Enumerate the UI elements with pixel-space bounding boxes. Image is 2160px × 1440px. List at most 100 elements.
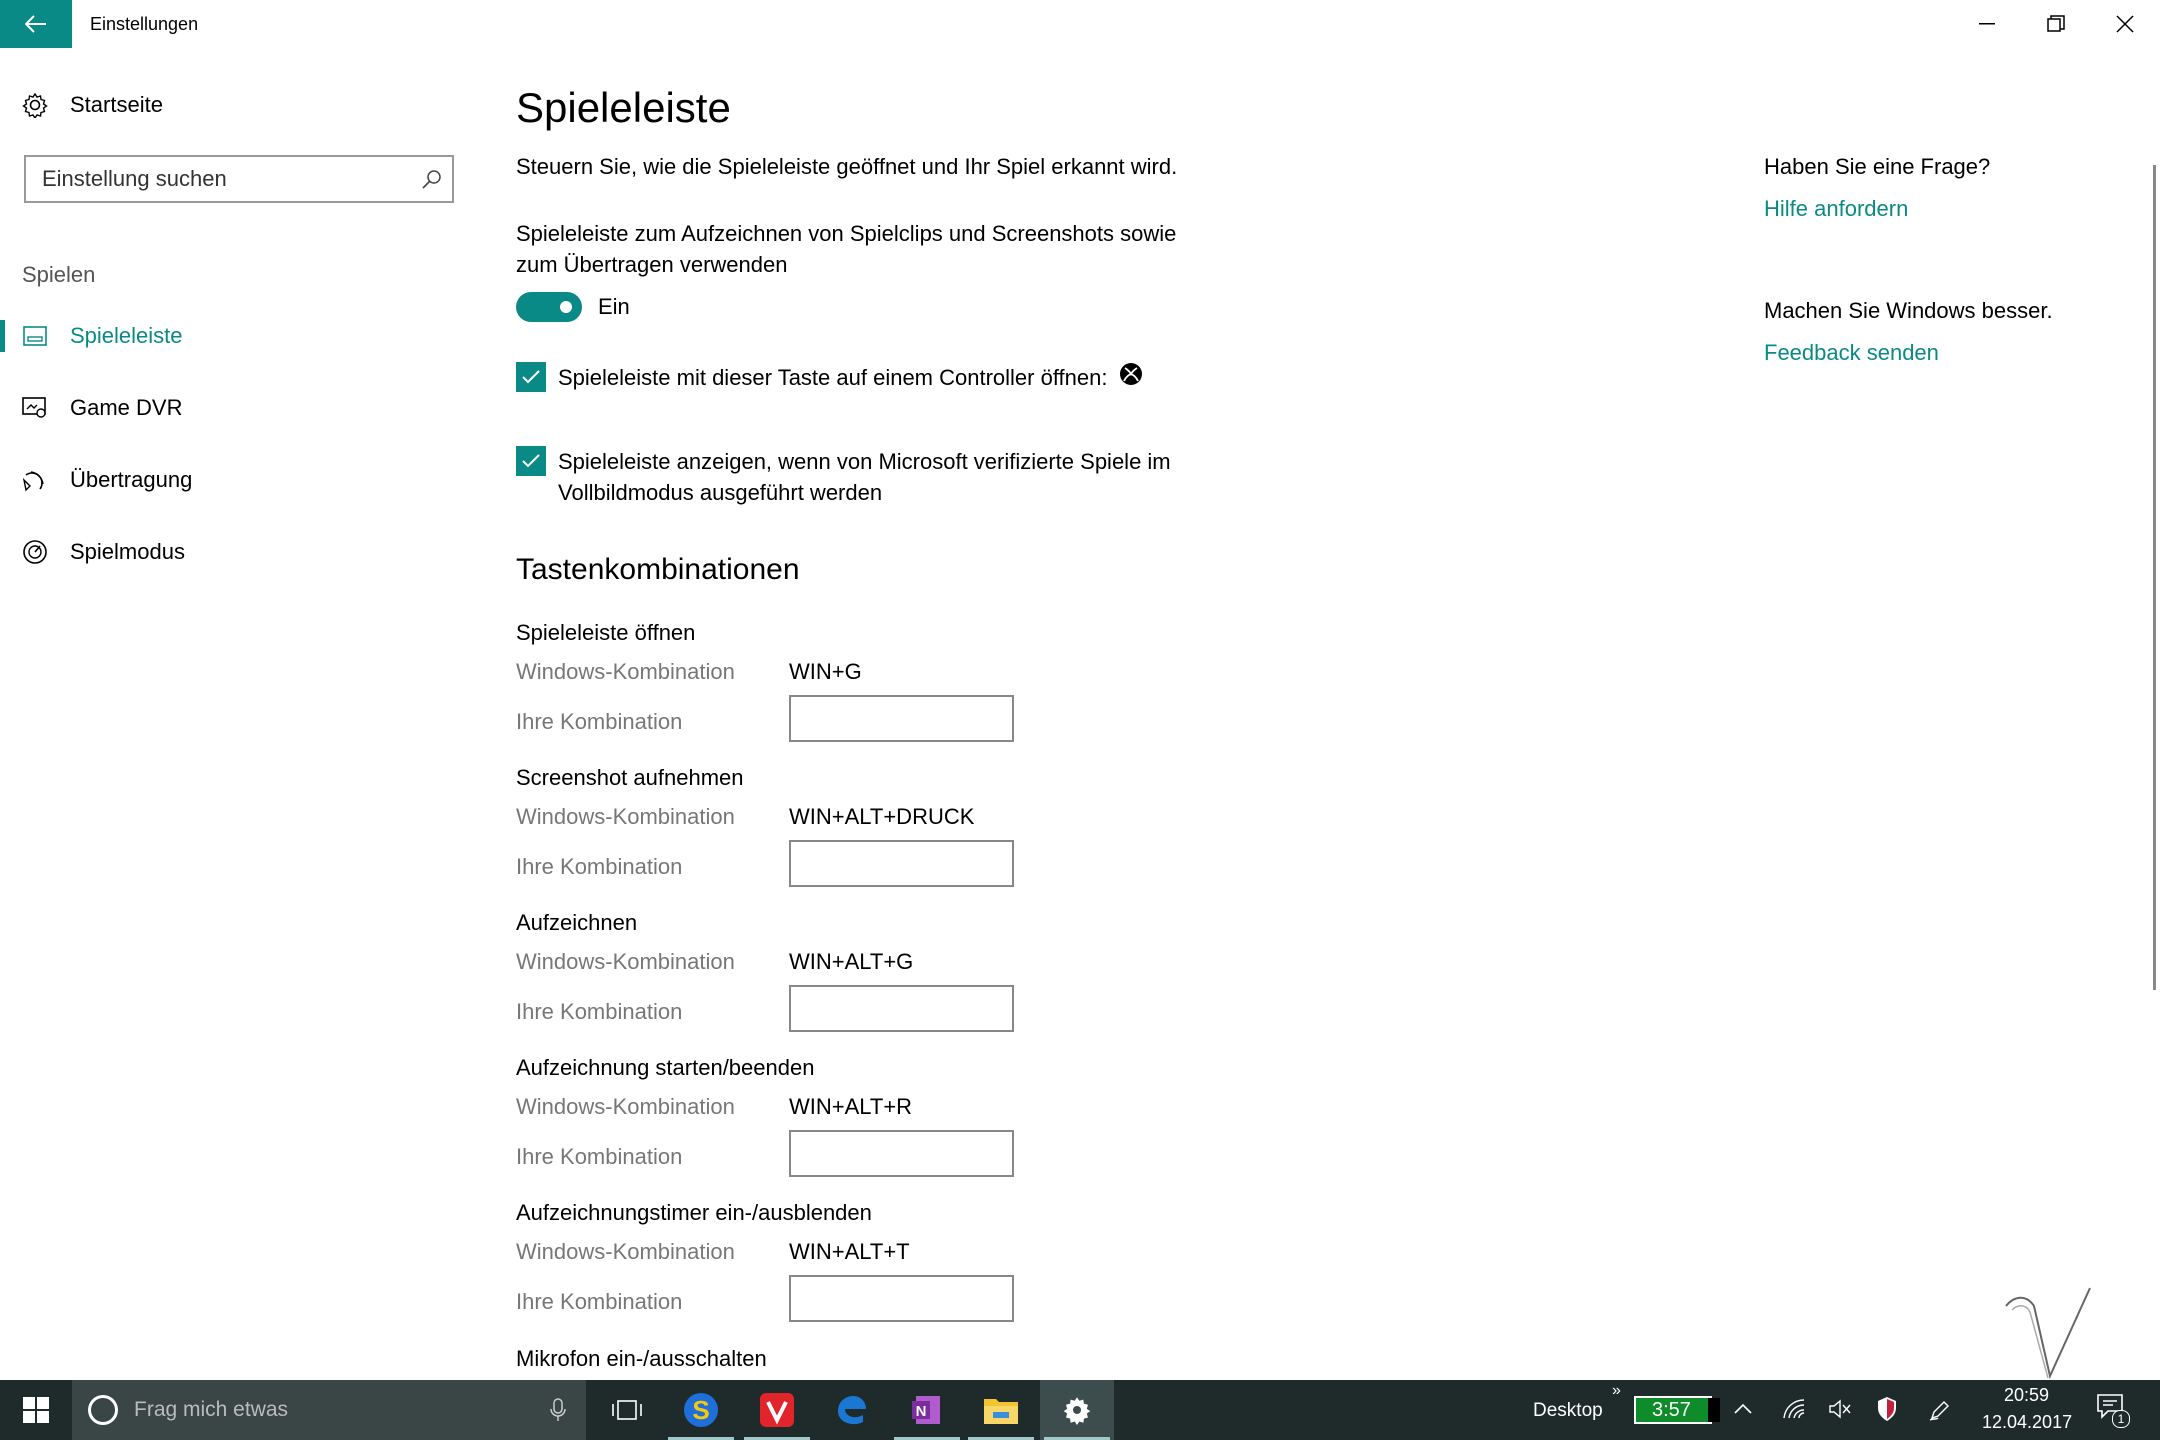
gear-icon bbox=[22, 92, 48, 118]
back-button[interactable] bbox=[0, 0, 72, 48]
window-title: Einstellungen bbox=[90, 14, 199, 34]
game-mode-icon bbox=[23, 540, 47, 564]
controller-checkbox[interactable] bbox=[516, 362, 546, 392]
watermark-logo bbox=[2005, 1287, 2091, 1380]
broadcast-icon bbox=[22, 471, 44, 492]
fullscreen-checkbox[interactable] bbox=[516, 446, 546, 476]
fullscreen-checkbox-row[interactable]: Spieleleiste anzeigen, wenn von Microsof… bbox=[516, 446, 1216, 508]
clock-date[interactable]: 12.04.2017 bbox=[1982, 1412, 2072, 1433]
search-icon[interactable] bbox=[422, 169, 442, 189]
title-bar: Einstellungen bbox=[0, 0, 2160, 48]
cortana-icon bbox=[88, 1395, 118, 1425]
your-combo-input[interactable] bbox=[789, 695, 1014, 742]
windows-combo-label: Windows-Kombination bbox=[516, 1239, 735, 1264]
your-combo-input[interactable] bbox=[789, 1275, 1014, 1322]
page-title: Spieleleiste bbox=[516, 84, 731, 131]
shortcut-title: Aufzeichnungstimer ein-/ausblenden bbox=[516, 1200, 872, 1225]
feedback-link[interactable]: Feedback senden bbox=[1764, 340, 1939, 366]
page-description: Steuern Sie, wie die Spieleleiste geöffn… bbox=[516, 154, 1178, 179]
battery-indicator[interactable]: 3:57 bbox=[1634, 1396, 1720, 1424]
shortcut-title: Spieleleiste öffnen bbox=[516, 620, 696, 645]
shortcuts-section-title: Tastenkombinationen bbox=[516, 553, 800, 586]
sidebar-item-uebertragung[interactable]: Übertragung bbox=[0, 458, 470, 502]
windows-combo-label: Windows-Kombination bbox=[516, 1094, 735, 1119]
checkmark-icon bbox=[522, 454, 540, 468]
pen-icon[interactable] bbox=[1928, 1398, 1952, 1422]
onenote-icon: N bbox=[912, 1396, 940, 1424]
taskbar-app-explorer[interactable] bbox=[964, 1380, 1038, 1440]
controller-checkbox-row[interactable]: Spieleleiste mit dieser Taste auf einem … bbox=[516, 362, 1143, 393]
your-combo-label: Ihre Kombination bbox=[516, 709, 683, 734]
taskbar-app-settings[interactable] bbox=[1040, 1380, 1114, 1440]
your-combo-label: Ihre Kombination bbox=[516, 1144, 683, 1169]
your-combo-label: Ihre Kombination bbox=[516, 854, 683, 879]
group-label: Spielen bbox=[22, 262, 96, 287]
checkmark-icon bbox=[522, 370, 540, 384]
microphone-icon[interactable] bbox=[550, 1398, 566, 1422]
sidebar-item-game-dvr[interactable]: Game DVR bbox=[0, 386, 470, 430]
vivaldi-icon bbox=[760, 1393, 794, 1427]
windows-combo-value: WIN+ALT+T bbox=[789, 1239, 910, 1264]
file-explorer-icon bbox=[984, 1399, 1018, 1424]
clock-time[interactable]: 20:59 bbox=[2004, 1385, 2049, 1406]
sidebar-item-label: Game DVR bbox=[70, 395, 183, 420]
notification-badge: 1 bbox=[2112, 1410, 2130, 1428]
settings-gear-icon bbox=[1063, 1397, 1091, 1425]
svg-text:N: N bbox=[916, 1403, 927, 1420]
your-combo-input[interactable] bbox=[789, 985, 1014, 1032]
help-link[interactable]: Hilfe anfordern bbox=[1764, 196, 1908, 222]
game-bar-toggle-row: Ein bbox=[516, 292, 630, 322]
shortcut-title: Aufzeichnen bbox=[516, 910, 638, 935]
volume-muted-icon[interactable] bbox=[1828, 1398, 1852, 1420]
task-view-button[interactable] bbox=[590, 1380, 664, 1440]
windows-combo-value: WIN+ALT+G bbox=[789, 949, 914, 974]
home-link[interactable]: Startseite bbox=[22, 92, 163, 118]
chevron-up-icon[interactable] bbox=[1734, 1402, 1752, 1414]
shortcut-title: Aufzeichnung starten/beenden bbox=[516, 1055, 815, 1080]
shortcut-title: Mikrofon ein-/ausschalten bbox=[516, 1346, 767, 1371]
game-bar-toggle[interactable] bbox=[516, 292, 582, 322]
security-shield-icon[interactable] bbox=[1876, 1396, 1898, 1422]
s-app-icon: S bbox=[684, 1393, 718, 1427]
close-button[interactable] bbox=[2090, 0, 2159, 48]
start-button[interactable] bbox=[0, 1380, 72, 1440]
windows-logo-icon bbox=[23, 1397, 49, 1423]
shortcut-title: Screenshot aufnehmen bbox=[516, 765, 744, 790]
sidebar-item-spielmodus[interactable]: Spielmodus bbox=[0, 530, 470, 574]
edge-icon bbox=[838, 1396, 866, 1425]
toolbar-expand-icon[interactable]: » bbox=[1612, 1382, 1621, 1400]
wifi-icon[interactable] bbox=[1782, 1398, 1806, 1420]
question-text: Haben Sie eine Frage? bbox=[1764, 154, 1991, 179]
taskbar-app-onenote[interactable]: N bbox=[890, 1380, 964, 1440]
improve-text: Machen Sie Windows besser. bbox=[1764, 298, 2053, 323]
taskbar-app-s[interactable]: S bbox=[664, 1380, 738, 1440]
taskbar-search[interactable]: Frag mich etwas bbox=[72, 1380, 586, 1440]
game-dvr-icon bbox=[22, 397, 46, 418]
restore-icon bbox=[2046, 15, 2065, 32]
back-arrow-icon bbox=[25, 15, 46, 33]
desktop-toolbar-label[interactable]: Desktop bbox=[1533, 1400, 1603, 1422]
taskbar-app-edge[interactable] bbox=[814, 1380, 888, 1440]
restore-button[interactable] bbox=[2021, 0, 2090, 48]
taskbar-app-vivaldi[interactable] bbox=[740, 1380, 814, 1440]
minimize-button[interactable] bbox=[1952, 0, 2021, 48]
fullscreen-checkbox-label: Spieleleiste anzeigen, wenn von Microsof… bbox=[558, 449, 1171, 505]
svg-text:S: S bbox=[692, 1395, 709, 1425]
game-bar-icon bbox=[23, 326, 47, 346]
taskbar-search-placeholder: Frag mich etwas bbox=[134, 1398, 289, 1421]
task-view-icon bbox=[612, 1400, 642, 1420]
your-combo-input[interactable] bbox=[789, 840, 1014, 887]
sidebar-item-spieleleiste[interactable]: Spieleleiste bbox=[0, 314, 470, 358]
windows-combo-label: Windows-Kombination bbox=[516, 949, 735, 974]
scrollbar[interactable] bbox=[2153, 165, 2156, 990]
your-combo-label: Ihre Kombination bbox=[516, 1289, 683, 1314]
your-combo-input[interactable] bbox=[789, 1130, 1014, 1177]
minimize-icon bbox=[1978, 23, 1995, 25]
windows-combo-value: WIN+ALT+DRUCK bbox=[789, 804, 975, 829]
toggle-state-label: Ein bbox=[598, 294, 630, 319]
search-input[interactable] bbox=[26, 157, 402, 201]
settings-search[interactable] bbox=[24, 155, 454, 203]
home-label: Startseite bbox=[70, 92, 163, 117]
action-center-button[interactable]: 1 bbox=[2096, 1392, 2130, 1428]
windows-combo-value: WIN+ALT+R bbox=[789, 1094, 913, 1119]
